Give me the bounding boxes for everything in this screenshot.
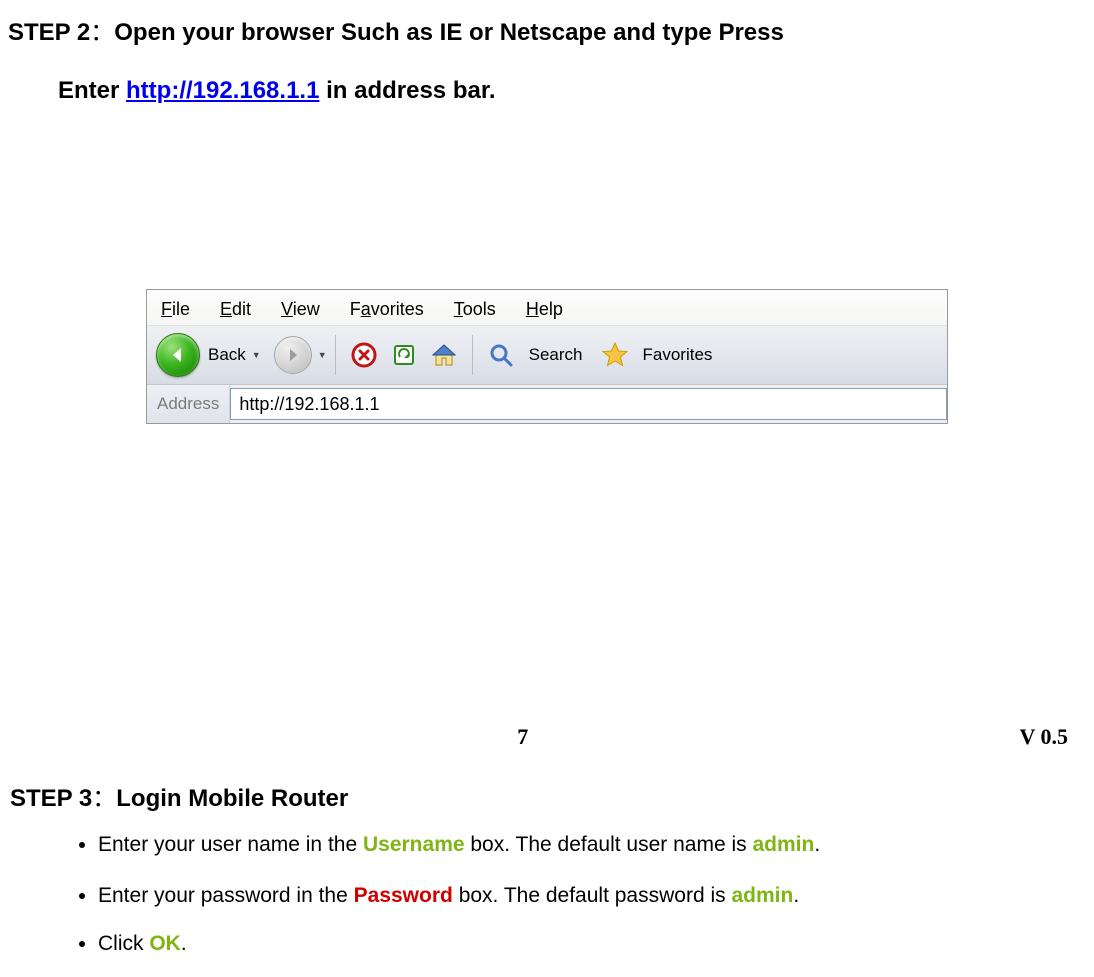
search-label[interactable]: Search — [529, 345, 583, 365]
menu-view[interactable]: View — [281, 299, 320, 320]
address-bar: Address — [147, 385, 947, 423]
username-field-label: Username — [363, 833, 465, 856]
bullet3-pre: Click — [98, 932, 149, 955]
step3-bullet-list: Enter your user name in the Username box… — [8, 831, 1086, 957]
bullet2-mid: box. The default password is — [453, 884, 732, 907]
bullet1-pre: Enter your user name in the — [98, 833, 363, 856]
toolbar-separator — [335, 335, 336, 375]
search-icon — [483, 337, 519, 373]
step2-heading: STEP 2：Open your browser Such as IE or N… — [8, 4, 1086, 62]
username-default-value: admin — [753, 833, 815, 856]
forward-dropdown-icon: ▼ — [318, 350, 327, 360]
step3-title: Login Mobile Router — [116, 785, 348, 812]
router-url-link[interactable]: http://192.168.1.1 — [126, 77, 319, 104]
menu-edit[interactable]: Edit — [220, 299, 251, 320]
step3-heading: STEP 3：Login Mobile Router — [10, 778, 1086, 813]
step2-heading-line2: Enter http://192.168.1.1 in address bar. — [8, 62, 1086, 120]
browser-screenshot: File Edit View Favorites Tools Help Back… — [146, 289, 948, 424]
browser-menubar: File Edit View Favorites Tools Help — [147, 290, 947, 326]
home-button[interactable] — [426, 337, 462, 373]
ok-button-label: OK — [149, 932, 181, 955]
back-dropdown-icon: ▼ — [252, 350, 261, 360]
step3-colon: ： — [92, 785, 116, 812]
forward-button[interactable] — [274, 336, 312, 374]
step2-enter: Enter — [58, 77, 126, 104]
toolbar-separator-2 — [472, 335, 473, 375]
step2-prefix: STEP 2 — [8, 19, 90, 46]
favorites-label[interactable]: Favorites — [643, 345, 713, 365]
version-label: V 0.5 — [1020, 724, 1069, 750]
list-item: Enter your user name in the Username box… — [98, 831, 1086, 858]
password-field-label: Password — [354, 884, 453, 907]
step2-line1: Open your browser Such as IE or Netscape… — [114, 19, 784, 46]
bullet1-period: . — [814, 833, 820, 856]
menu-favorites[interactable]: Favorites — [350, 299, 424, 320]
page-footer-row: 7 V 0.5 — [8, 724, 1086, 750]
favorites-icon — [597, 337, 633, 373]
list-item: Enter your password in the Password box.… — [98, 882, 1086, 909]
bullet1-mid: box. The default user name is — [465, 833, 753, 856]
back-label: Back — [208, 345, 246, 365]
bullet3-period: . — [181, 932, 187, 955]
menu-file[interactable]: File — [161, 299, 190, 320]
stop-button[interactable] — [346, 337, 382, 373]
step2-colon: ： — [90, 19, 114, 46]
address-label: Address — [147, 385, 230, 423]
back-button-group[interactable]: Back ▼ — [155, 331, 266, 379]
step2-post: in address bar. — [319, 77, 495, 104]
bullet2-pre: Enter your password in the — [98, 884, 354, 907]
step3-prefix: STEP 3 — [10, 785, 92, 812]
page-number: 7 — [26, 724, 1020, 750]
menu-help[interactable]: Help — [526, 299, 563, 320]
refresh-button[interactable] — [386, 337, 422, 373]
password-default-value: admin — [731, 884, 793, 907]
menu-tools[interactable]: Tools — [454, 299, 496, 320]
back-icon — [156, 333, 200, 377]
browser-toolbar: Back ▼ ▼ — [147, 326, 947, 385]
address-input[interactable] — [230, 388, 947, 420]
bullet2-period: . — [793, 884, 799, 907]
list-item: Click OK. — [98, 930, 1086, 957]
